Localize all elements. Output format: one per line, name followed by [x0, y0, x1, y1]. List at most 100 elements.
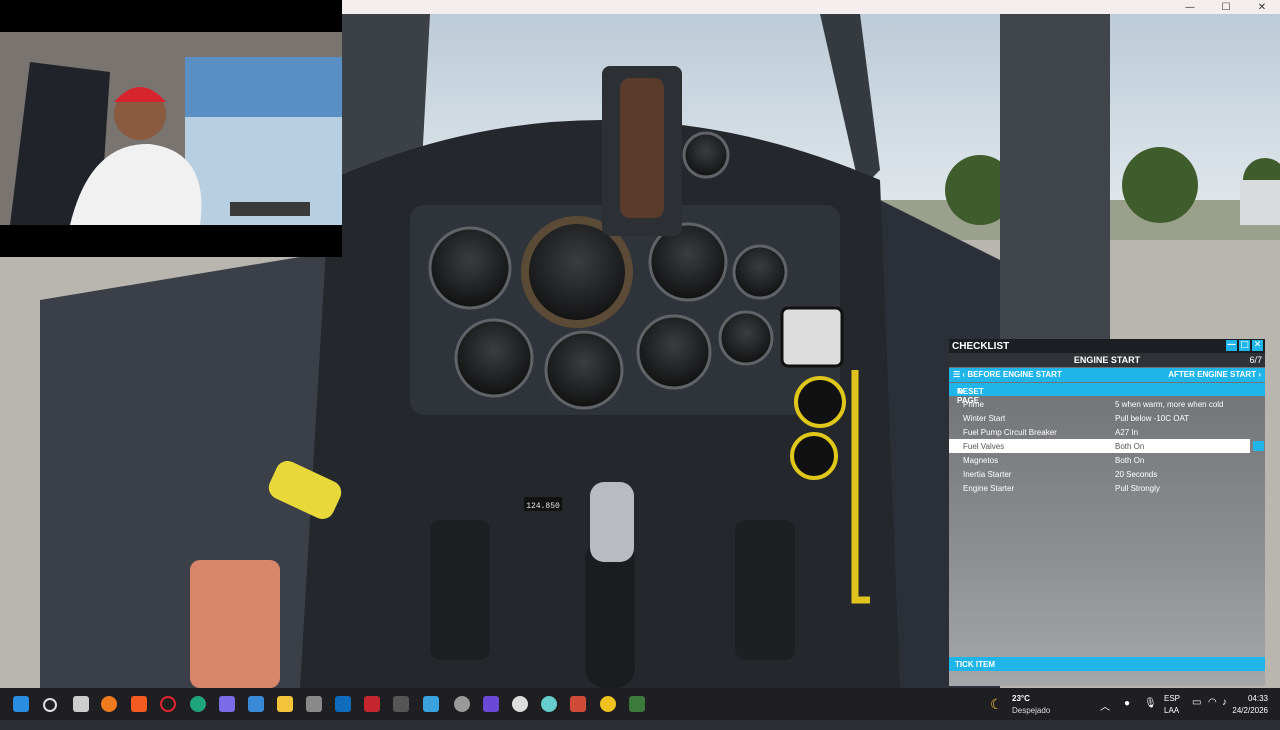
- gauge-fuel-ammo: [780, 306, 844, 368]
- checklist-item[interactable]: Inertia Starter 20 Seconds: [949, 467, 1265, 481]
- store-icon[interactable]: [306, 696, 322, 712]
- search-icon[interactable]: [43, 698, 57, 712]
- app-icon[interactable]: [423, 696, 439, 712]
- checklist-item-value: 5 when warm, more when cold: [1115, 400, 1224, 409]
- app-icon[interactable]: [570, 696, 586, 712]
- checklist-section-title: ENGINE START: [1073, 355, 1141, 365]
- gauge-airspeed: [544, 330, 624, 410]
- checklist-title: CHECKLIST: [952, 341, 1010, 352]
- checklist-minimize-button[interactable]: —: [1226, 340, 1237, 351]
- obs-icon[interactable]: [512, 696, 528, 712]
- checklist-item-label: Magnetos: [963, 456, 999, 465]
- maximize-button[interactable]: ☐: [1208, 0, 1244, 14]
- notification-icon[interactable]: ●: [1124, 698, 1130, 730]
- selected-marker-icon: [1253, 441, 1264, 451]
- checklist-item-label: Fuel Valves: [963, 442, 1005, 451]
- throttle-quadrant: [190, 560, 280, 688]
- list-icon: ☰: [953, 370, 961, 379]
- checklist-next-button[interactable]: AFTER ENGINE START ›: [1168, 370, 1261, 379]
- tick-item-button[interactable]: TICK ITEM: [949, 657, 1265, 671]
- outlook-icon[interactable]: [335, 696, 351, 712]
- checklist-item-label: Inertia Starter: [963, 470, 1012, 479]
- flight-simulator-icon[interactable]: [393, 696, 409, 712]
- tick-item-label: TICK ITEM: [955, 660, 995, 669]
- app-icon[interactable]: [600, 696, 616, 712]
- checklist-section-bar: ENGINE START 6/7: [949, 353, 1265, 367]
- firefox-icon[interactable]: [101, 696, 117, 712]
- checklist-item-value: Both On: [1115, 442, 1145, 451]
- control-stick: [585, 540, 635, 688]
- gauge-temp: [718, 310, 774, 366]
- gauge-fuel-pressure: [790, 432, 838, 480]
- canopy-frame-pillar: [1000, 14, 1110, 344]
- checklist-nav-bar: ☰ ‹ BEFORE ENGINE START AFTER ENGINE STA…: [949, 368, 1265, 382]
- rudder-pedal-left: [430, 520, 490, 660]
- volume-icon[interactable]: ♪: [1222, 697, 1227, 729]
- language-code: ESP: [1164, 694, 1181, 703]
- chevron-up-icon[interactable]: ︿: [1100, 698, 1110, 730]
- checklist-close-button[interactable]: ✕: [1252, 340, 1263, 351]
- wifi-icon[interactable]: ◠: [1208, 697, 1217, 729]
- checklist-item-label: Prime: [963, 400, 984, 409]
- app-icon[interactable]: [541, 696, 557, 712]
- checklist-page-counter: 6/7: [1249, 355, 1262, 365]
- app-icon[interactable]: [454, 696, 470, 712]
- checklist-item-label: Fuel Pump Circuit Breaker: [963, 428, 1057, 437]
- checklist-item-value: Pull below -10C OAT: [1115, 414, 1190, 423]
- gauge-clock: [682, 131, 730, 179]
- start-icon[interactable]: [13, 696, 29, 712]
- checklist-item-value: Pull Strongly: [1115, 484, 1160, 493]
- gauge-compass: [428, 226, 512, 310]
- copilot-icon[interactable]: [219, 696, 235, 712]
- minimize-button[interactable]: —: [1172, 0, 1208, 14]
- checklist-item-selected[interactable]: Fuel Valves Both On: [949, 439, 1264, 453]
- checklist-item-value: Both On: [1115, 456, 1145, 465]
- app-icon[interactable]: [629, 696, 645, 712]
- checklist-item-value: 20 Seconds: [1115, 470, 1158, 479]
- gauge-altimeter: [454, 318, 534, 398]
- stick-grip: [590, 482, 634, 562]
- clock-time: 04:33: [1247, 694, 1268, 703]
- checklist-item[interactable]: Prime 5 when warm, more when cold: [949, 397, 1265, 411]
- checklist-item-label: Winter Start: [963, 414, 1006, 423]
- gauge-oil: [794, 376, 846, 428]
- taskbar: ☾ 23°C Despejado ︿ ● 🎙 ESP LAA ▭ ◠ ♪ 04:…: [0, 688, 1280, 720]
- gauge-rpm: [636, 314, 712, 390]
- close-button[interactable]: ✕: [1244, 0, 1280, 14]
- checklist-item-value: A27 In: [1115, 428, 1139, 437]
- app-icon[interactable]: [248, 696, 264, 712]
- checklist-item[interactable]: Engine Starter Pull Strongly: [949, 481, 1265, 495]
- webcam-overlay: [0, 0, 342, 257]
- checklist-item[interactable]: Fuel Pump Circuit Breaker A27 In: [949, 425, 1265, 439]
- microphone-icon[interactable]: 🎙: [1144, 698, 1157, 730]
- checklist-items: Prime 5 when warm, more when cold Winter …: [949, 397, 1265, 495]
- app-icon[interactable]: [364, 696, 380, 712]
- moon-icon: ☾: [990, 696, 1003, 712]
- clock[interactable]: 04:33 24/2/2026: [1228, 688, 1268, 720]
- clock-date: 24/2/2026: [1232, 706, 1268, 715]
- chevron-right-icon: ›: [1258, 370, 1261, 379]
- checklist-undock-button[interactable]: □: [1239, 340, 1250, 351]
- checklist-item[interactable]: Winter Start Pull below -10C OAT: [949, 411, 1265, 425]
- webcam-feed: [0, 32, 342, 225]
- opera-icon[interactable]: [160, 696, 176, 712]
- brave-icon[interactable]: [131, 696, 147, 712]
- edge-icon[interactable]: [190, 696, 206, 712]
- rudder-pedal-right: [735, 520, 795, 660]
- checklist-header: CHECKLIST — □ ✕: [949, 339, 1265, 353]
- file-explorer-icon[interactable]: [277, 696, 293, 712]
- task-view-icon[interactable]: [73, 696, 89, 712]
- display-icon[interactable]: ▭: [1192, 697, 1201, 729]
- checklist-item-label: Engine Starter: [963, 484, 1015, 493]
- checklist-panel: CHECKLIST — □ ✕ ENGINE START 6/7 ☰ ‹ BEF…: [949, 339, 1265, 686]
- weather-temperature: 23°C: [1012, 694, 1030, 703]
- gauge-boost: [732, 244, 788, 300]
- checklist-reset-button[interactable]: ↻ RESET PAGE: [949, 383, 1265, 405]
- chevron-left-icon: ‹: [962, 370, 966, 379]
- checklist-prev-button[interactable]: ☰ ‹ BEFORE ENGINE START: [953, 370, 1062, 379]
- weather-description: Despejado: [1012, 706, 1051, 715]
- checklist-item[interactable]: Magnetos Both On: [949, 453, 1265, 467]
- checklist-prev-label: BEFORE ENGINE START: [967, 370, 1062, 379]
- checklist-next-label: AFTER ENGINE START: [1168, 370, 1257, 379]
- vivaldi-icon[interactable]: [483, 696, 499, 712]
